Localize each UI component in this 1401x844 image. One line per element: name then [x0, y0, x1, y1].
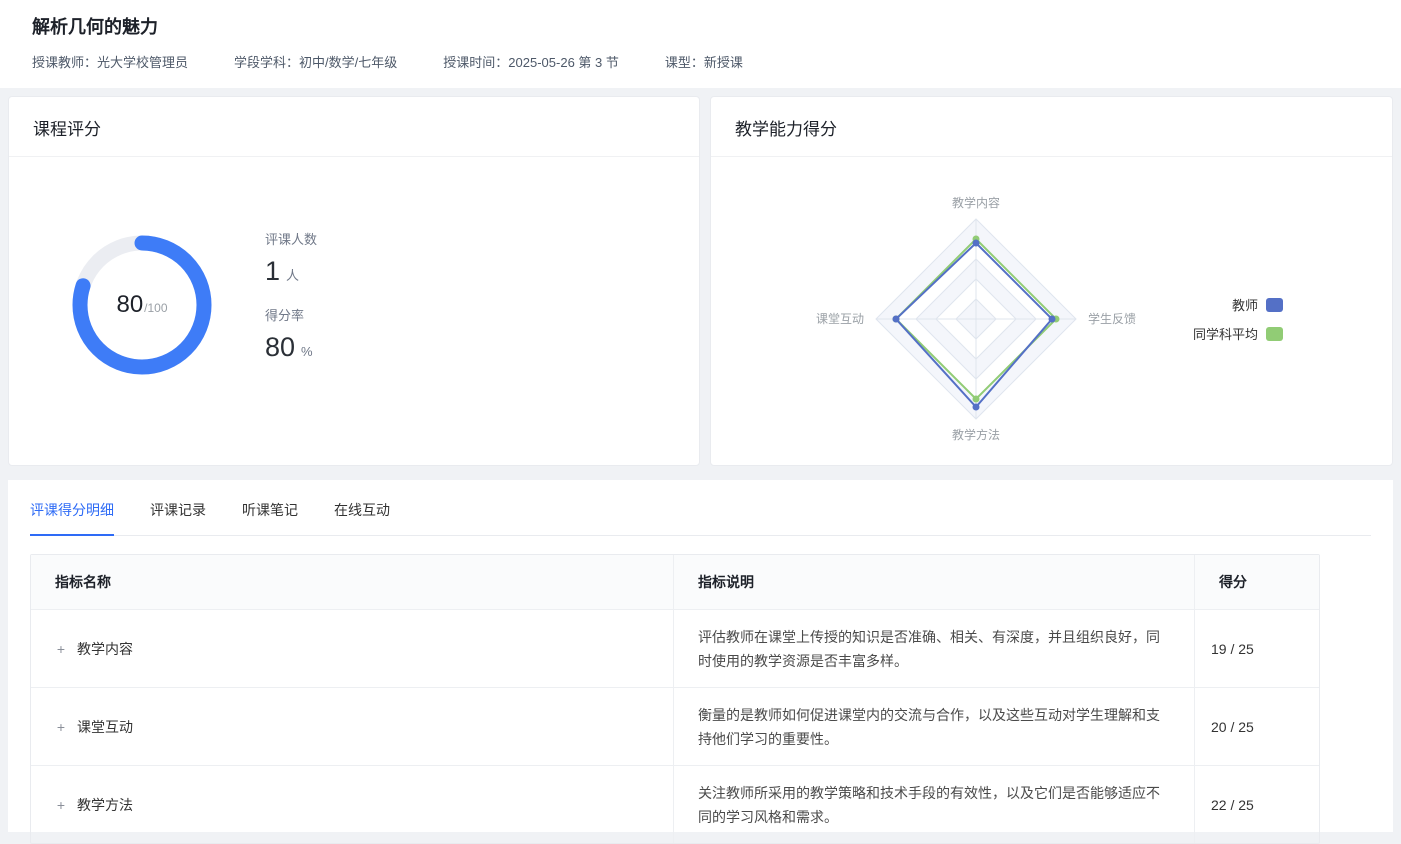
page-title: 解析几何的魅力 — [32, 14, 1371, 40]
expand-row-icon[interactable]: + — [55, 719, 67, 735]
expand-row-icon[interactable]: + — [55, 797, 67, 813]
col-header-indicator-desc: 指标说明 — [673, 555, 1194, 609]
summary-cards-row: 课程评分 80 /100 评课人数 1 人 得分率 80 % — [0, 88, 1401, 466]
tab-evaluation-records[interactable]: 评课记录 — [150, 500, 206, 535]
tab-score-detail[interactable]: 评课得分明细 — [30, 500, 114, 536]
indicator-name-cell: + 教学方法 — [31, 766, 673, 843]
legend-swatch-subject-average — [1266, 327, 1283, 341]
donut-score-max: /100 — [144, 301, 167, 315]
legend-swatch-teacher — [1266, 298, 1283, 312]
stat-evaluator-count: 1 人 — [265, 256, 317, 287]
course-score-donut-chart: 80 /100 — [67, 230, 217, 380]
expand-row-icon[interactable]: + — [55, 641, 67, 657]
stat-score-rate: 80 % — [265, 332, 317, 363]
indicator-desc-cell: 关注教师所采用的教学策略和技术手段的有效性，以及它们是否能够适应不同的学习风格和… — [673, 766, 1194, 843]
meta-lesson-type: 课型：新授课 — [665, 54, 743, 72]
score-detail-table: 指标名称 指标说明 得分 + 教学内容 评估教师在课堂上传授的知识是否准确、相关… — [30, 554, 1320, 844]
table-row: + 教学内容 评估教师在课堂上传授的知识是否准确、相关、有深度，并且组织良好，同… — [31, 609, 1319, 687]
tab-listening-notes[interactable]: 听课笔记 — [242, 500, 298, 535]
meta-time: 授课时间：2025-05-26 第 3 节 — [443, 54, 619, 72]
teaching-ability-card-title: 教学能力得分 — [711, 97, 1392, 157]
indicator-name-cell: + 课堂互动 — [31, 688, 673, 765]
table-row: + 课堂互动 衡量的是教师如何促进课堂内的交流与合作，以及这些互动对学生理解和支… — [31, 687, 1319, 765]
legend-item-teacher[interactable]: 教师 — [1232, 295, 1283, 314]
svg-text:课堂互动: 课堂互动 — [816, 312, 864, 326]
teaching-ability-radar-chart: 教学内容学生反馈教学方法 课堂互动 — [816, 189, 1136, 459]
stat-score-rate-label: 得分率 — [265, 305, 317, 324]
details-tabs: 评课得分明细 评课记录 听课笔记 在线互动 — [30, 480, 1371, 536]
legend-item-subject-average[interactable]: 同学科平均 — [1193, 324, 1283, 343]
indicator-score-cell: 20 / 25 — [1194, 688, 1319, 765]
stat-evaluator-count-label: 评课人数 — [265, 229, 317, 248]
indicator-desc-cell: 评估教师在课堂上传授的知识是否准确、相关、有深度，并且组织良好，同时使用的教学资… — [673, 610, 1194, 687]
table-header-row: 指标名称 指标说明 得分 — [31, 555, 1319, 609]
meta-teacher: 授课教师：光大学校管理员 — [32, 54, 188, 72]
course-score-card-title: 课程评分 — [9, 97, 699, 157]
table-row: + 教学方法 关注教师所采用的教学策略和技术手段的有效性，以及它们是否能够适应不… — [31, 765, 1319, 843]
donut-center-label: 80 /100 — [116, 291, 167, 319]
indicator-score-cell: 19 / 25 — [1194, 610, 1319, 687]
table-body: + 教学内容 评估教师在课堂上传授的知识是否准确、相关、有深度，并且组织良好，同… — [31, 609, 1319, 843]
course-score-body: 80 /100 评课人数 1 人 得分率 80 % — [9, 157, 699, 453]
lesson-header: 解析几何的魅力 授课教师：光大学校管理员 学段学科：初中/数学/七年级 授课时间… — [0, 0, 1401, 88]
score-stats: 评课人数 1 人 得分率 80 % — [265, 229, 317, 381]
indicator-name-cell: + 教学内容 — [31, 610, 673, 687]
svg-text:学生反馈: 学生反馈 — [1088, 311, 1136, 326]
radar-legend: 教师 同学科平均 — [1193, 295, 1283, 343]
tab-online-interaction[interactable]: 在线互动 — [334, 500, 390, 535]
details-panel: 评课得分明细 评课记录 听课笔记 在线互动 指标名称 指标说明 得分 + 教学内… — [8, 480, 1393, 832]
indicator-score-cell: 22 / 25 — [1194, 766, 1319, 843]
meta-subject: 学段学科：初中/数学/七年级 — [234, 54, 397, 72]
course-score-card: 课程评分 80 /100 评课人数 1 人 得分率 80 % — [8, 96, 700, 466]
svg-text:教学方法: 教学方法 — [952, 427, 1000, 442]
col-header-score: 得分 — [1194, 555, 1319, 609]
teaching-ability-card: 教学能力得分 教学内容学生反馈教学方法 课堂互动 教师 同学科平均 — [710, 96, 1393, 466]
svg-text:教学内容: 教学内容 — [952, 195, 1000, 210]
lesson-meta-row: 授课教师：光大学校管理员 学段学科：初中/数学/七年级 授课时间：2025-05… — [32, 54, 1371, 72]
col-header-indicator-name: 指标名称 — [31, 555, 673, 609]
indicator-desc-cell: 衡量的是教师如何促进课堂内的交流与合作，以及这些互动对学生理解和支持他们学习的重… — [673, 688, 1194, 765]
donut-score-value: 80 — [116, 291, 143, 319]
